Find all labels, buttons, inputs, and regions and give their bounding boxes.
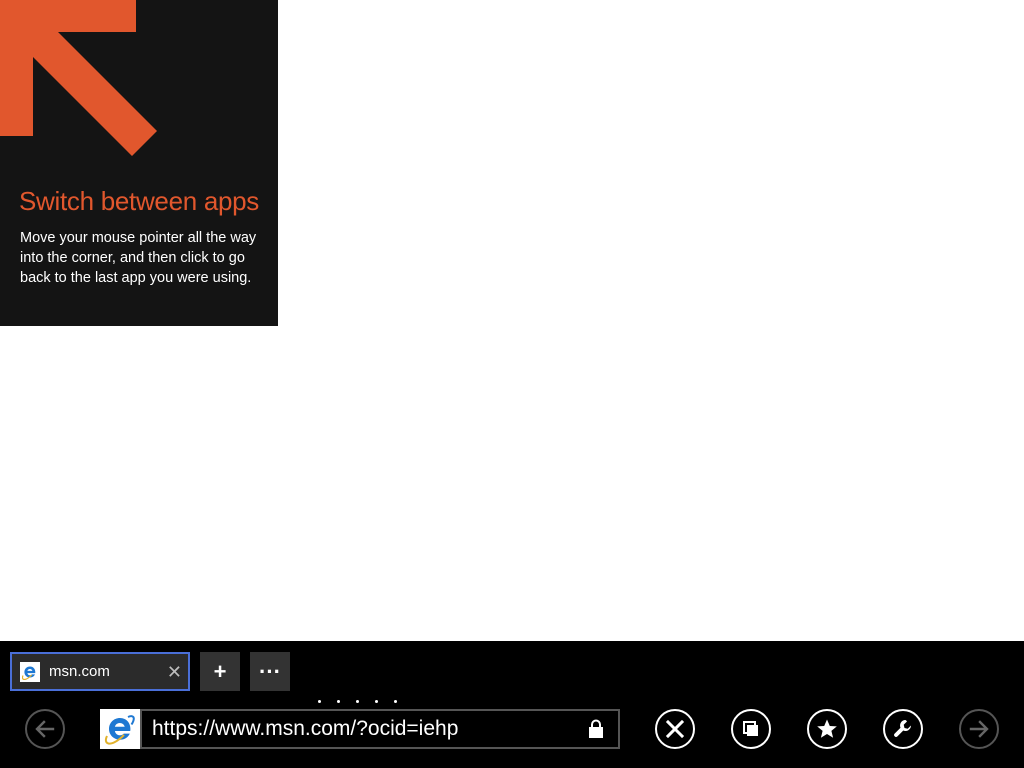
ie-logo-icon — [100, 709, 142, 749]
tip-panel: Switch between apps Move your mouse poin… — [0, 0, 278, 326]
back-arrow-icon — [35, 720, 55, 738]
new-tab-button[interactable]: + — [200, 652, 240, 691]
favorites-star-icon — [817, 719, 837, 738]
address-url[interactable]: https://www.msn.com/?ocid=iehp — [152, 717, 588, 741]
forward-button[interactable] — [959, 709, 999, 749]
tip-title: Switch between apps — [19, 186, 260, 216]
wrench-icon — [894, 720, 911, 737]
address-bar[interactable]: https://www.msn.com/?ocid=iehp — [100, 709, 620, 749]
favorites-button[interactable] — [807, 709, 847, 749]
tab-tools-button[interactable]: ··· — [250, 652, 290, 691]
tabs-icon — [743, 721, 758, 736]
forward-arrow-icon — [969, 720, 989, 738]
page-tools-button[interactable] — [883, 709, 923, 749]
loading-dots — [318, 700, 413, 703]
tip-body: Move your mouse pointer all the way into… — [20, 230, 257, 286]
tab-msn[interactable]: msn.com ✕ — [10, 652, 190, 691]
stop-icon — [665, 719, 685, 739]
arrow-up-left-icon — [0, 0, 157, 156]
lock-icon[interactable] — [588, 719, 604, 739]
back-button[interactable] — [25, 709, 65, 749]
tabs-button[interactable] — [731, 709, 771, 749]
browser-app-bar: msn.com ✕ + ··· https://www.msn.com/?oci… — [0, 641, 1024, 768]
ie-favicon-icon — [20, 661, 40, 682]
stop-button[interactable] — [655, 709, 695, 749]
tab-label: msn.com — [49, 663, 110, 680]
close-tab-icon[interactable]: ✕ — [167, 663, 182, 681]
